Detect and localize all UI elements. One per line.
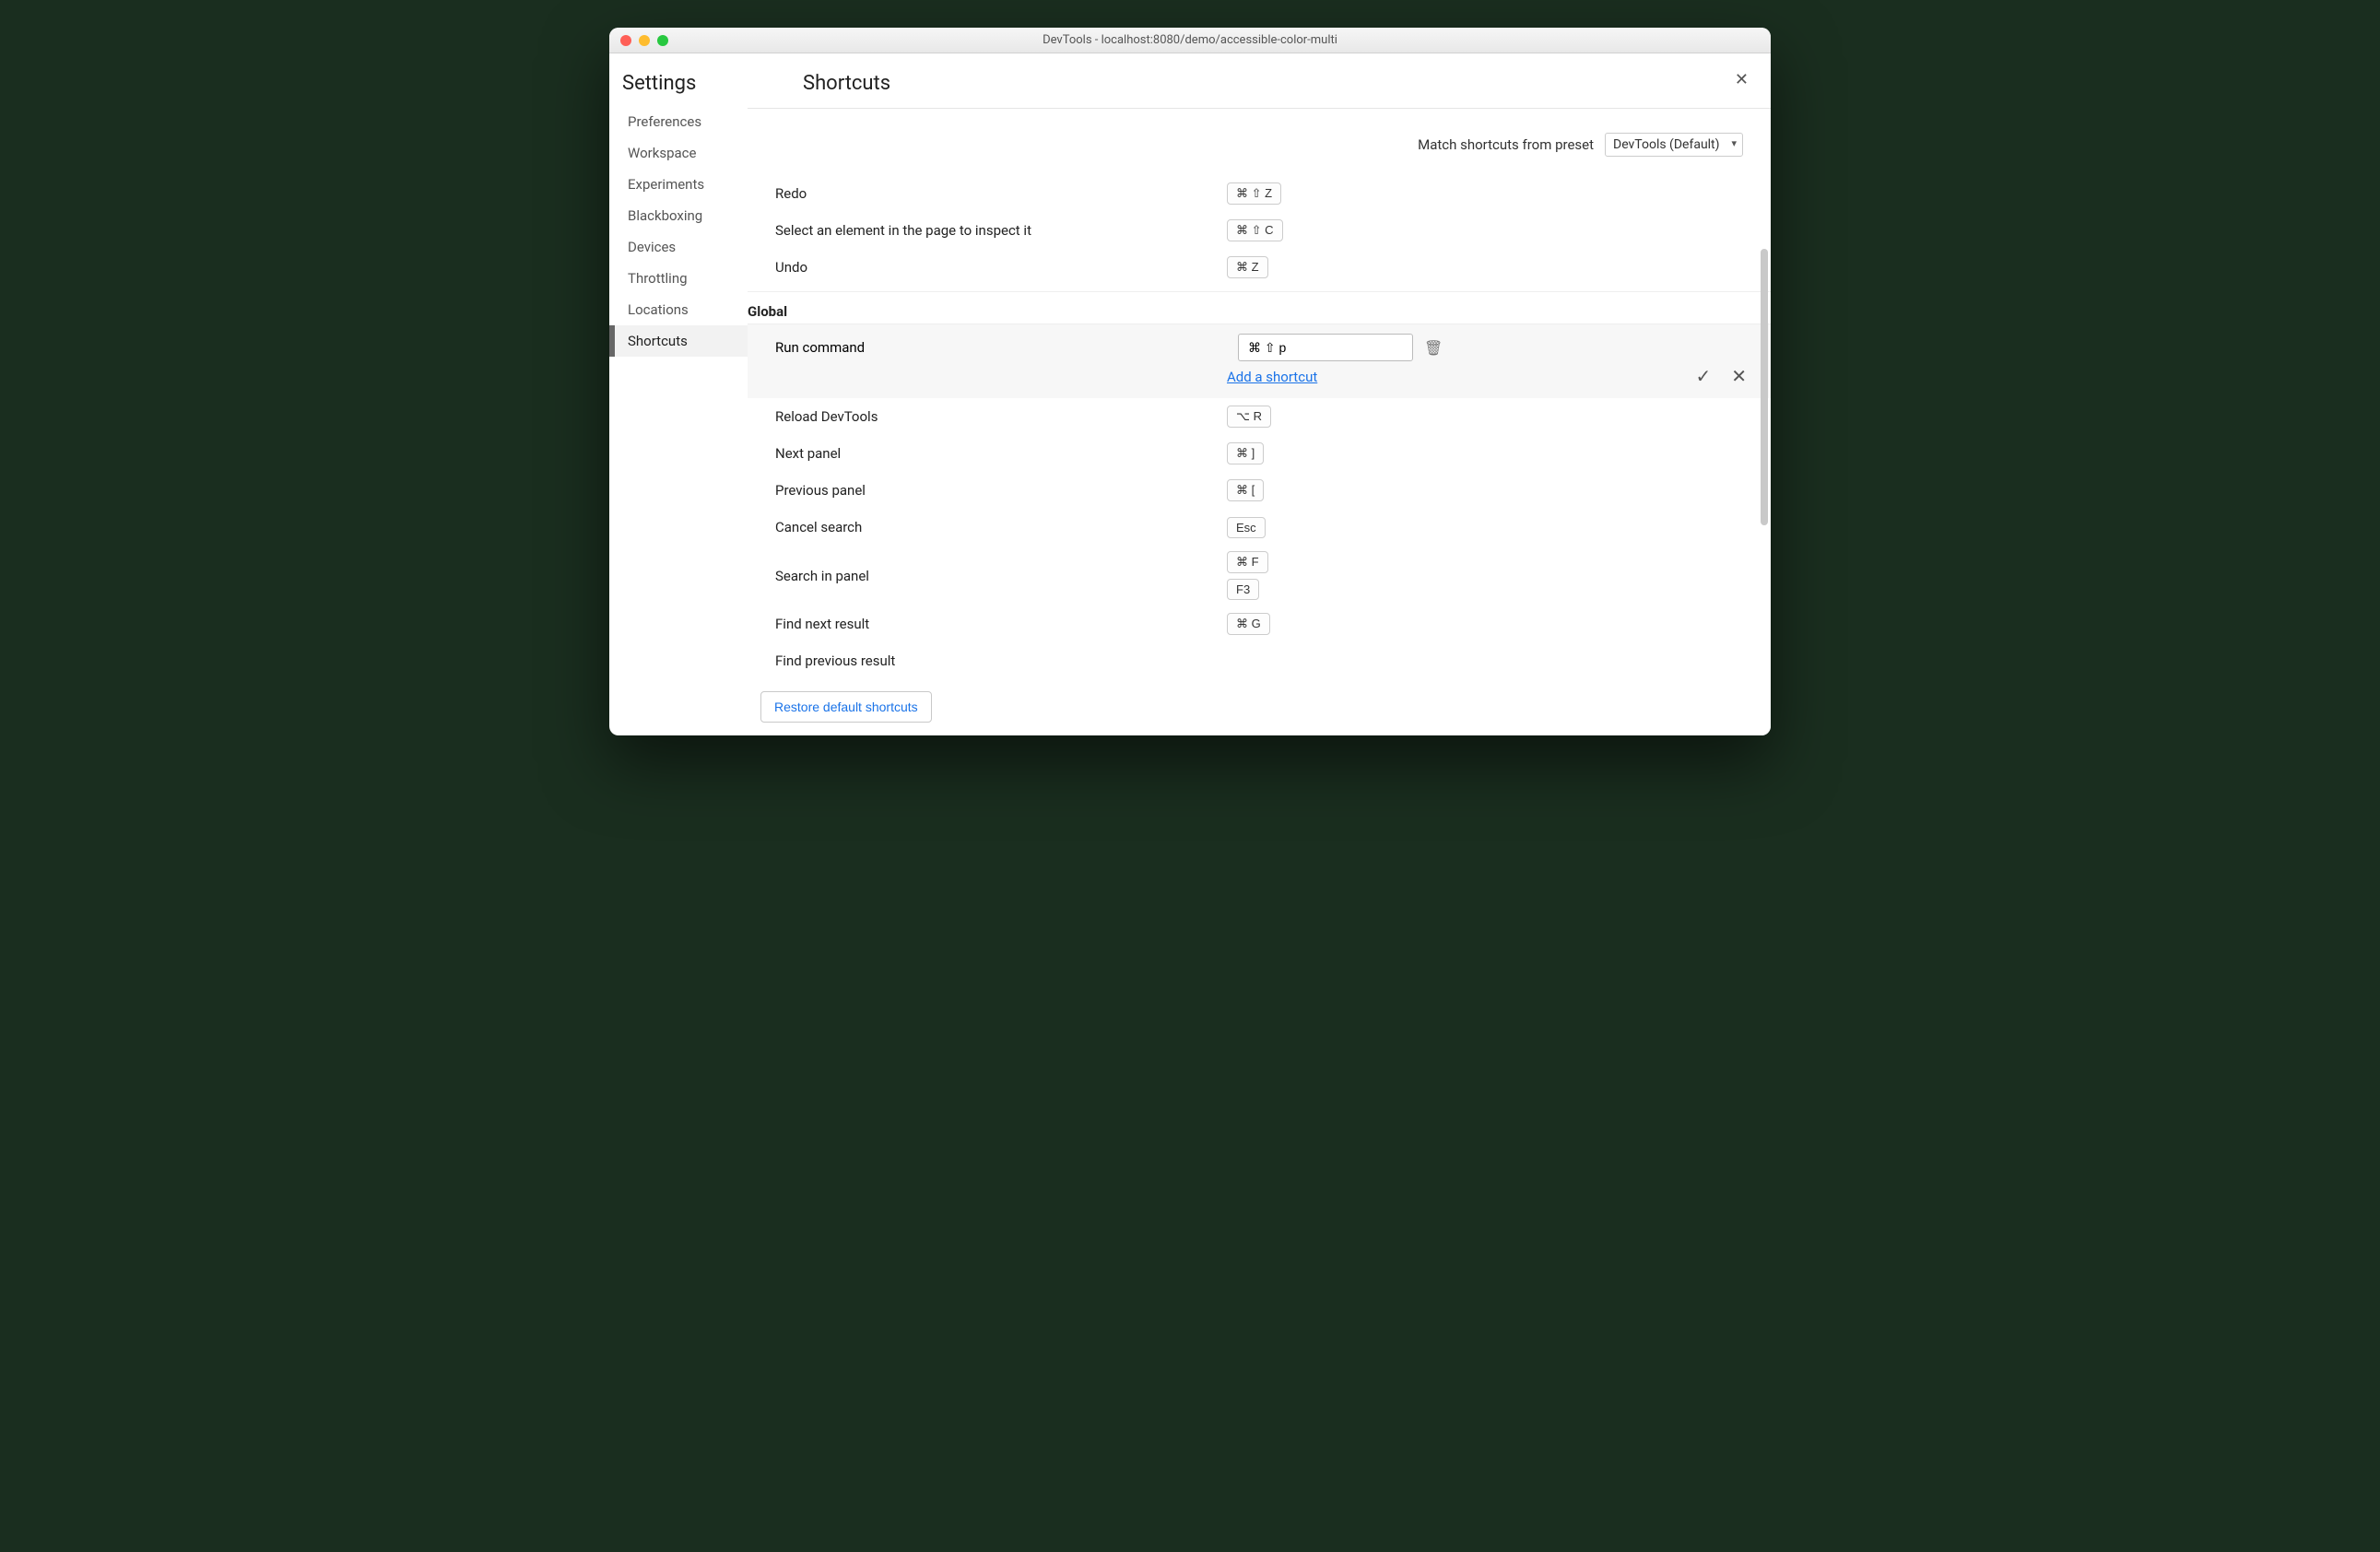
shortcut-label: Run command (775, 339, 1227, 356)
shortcut-label: Redo (775, 185, 1227, 202)
shortcuts-scroll: Redo⌘ ⇧ ZSelect an element in the page t… (748, 175, 1771, 735)
keyboard-shortcut: ⌘ F (1227, 551, 1268, 573)
shortcut-keys: ⌘ ⇧ C (1227, 219, 1743, 241)
keyboard-shortcut: F3 (1227, 579, 1259, 600)
restore-defaults-button[interactable]: Restore default shortcuts (760, 691, 932, 723)
section-heading: Global (748, 291, 1771, 323)
sidebar-item-locations[interactable]: Locations (609, 294, 748, 325)
shortcut-label: Find next result (775, 616, 1227, 632)
shortcut-label: Undo (775, 259, 1227, 276)
settings-content: Settings PreferencesWorkspaceExperiments… (609, 53, 1771, 735)
sidebar-item-throttling[interactable]: Throttling (609, 263, 748, 294)
page-title: Shortcuts (748, 72, 890, 95)
shortcut-edit-row: Run command 🗑 Add a shortcut ✓ ✕ (748, 323, 1771, 398)
shortcut-keys: ⌘ ] (1227, 442, 1743, 464)
devtools-settings-window: DevTools - localhost:8080/demo/accessibl… (609, 28, 1771, 735)
shortcut-keys: ⌥ R (1227, 406, 1743, 428)
shortcut-row: Reload DevTools⌥ R (748, 398, 1771, 435)
preset-select[interactable]: DevTools (Default) (1605, 133, 1743, 157)
trash-icon[interactable]: 🗑 (1424, 339, 1443, 357)
shortcut-keys: ⌘ G (1227, 613, 1743, 635)
sidebar-item-shortcuts[interactable]: Shortcuts (609, 325, 748, 357)
sidebar-item-preferences[interactable]: Preferences (609, 106, 748, 137)
shortcut-label: Search in panel (775, 568, 1227, 584)
shortcut-label: Next panel (775, 445, 1227, 462)
add-shortcut-link[interactable]: Add a shortcut (1227, 369, 1317, 385)
shortcut-keys: ⌘ [ (1227, 479, 1743, 501)
sidebar-item-experiments[interactable]: Experiments (609, 169, 748, 200)
settings-main: ✕ Shortcuts Match shortcuts from preset … (748, 53, 1771, 735)
cancel-icon[interactable]: ✕ (1731, 365, 1747, 387)
keyboard-shortcut: ⌘ Z (1227, 256, 1268, 278)
keyboard-shortcut: ⌘ ⇧ Z (1227, 182, 1281, 205)
shortcut-row: Find next result⌘ G (748, 606, 1771, 642)
shortcut-row: Redo⌘ ⇧ Z (748, 175, 1771, 212)
keyboard-shortcut: ⌘ G (1227, 613, 1270, 635)
close-icon[interactable]: ✕ (1735, 70, 1749, 89)
preset-row: Match shortcuts from preset DevTools (De… (748, 109, 1771, 175)
shortcut-keys: Esc (1227, 517, 1743, 538)
keyboard-shortcut: ⌥ R (1227, 406, 1271, 428)
shortcut-row: Select an element in the page to inspect… (748, 212, 1771, 249)
keyboard-shortcut: Esc (1227, 517, 1266, 538)
shortcut-row: Undo⌘ Z (748, 249, 1771, 286)
shortcut-row: Find previous result (748, 642, 1771, 679)
window-titlebar: DevTools - localhost:8080/demo/accessibl… (609, 28, 1771, 53)
shortcut-row: Previous panel⌘ [ (748, 472, 1771, 509)
shortcut-row: Cancel searchEsc (748, 509, 1771, 546)
shortcut-label: Select an element in the page to inspect… (775, 222, 1227, 239)
keyboard-shortcut: ⌘ [ (1227, 479, 1264, 501)
keyboard-shortcut: ⌘ ] (1227, 442, 1264, 464)
shortcut-label: Find previous result (775, 653, 1227, 669)
keyboard-shortcut: ⌘ ⇧ C (1227, 219, 1283, 241)
page-header: Shortcuts (748, 53, 1771, 109)
shortcut-keys: ⌘ Z (1227, 256, 1743, 278)
shortcut-input[interactable] (1238, 334, 1413, 361)
settings-sidebar: Settings PreferencesWorkspaceExperiments… (609, 53, 748, 735)
window-zoom-icon[interactable] (657, 35, 668, 46)
sidebar-item-workspace[interactable]: Workspace (609, 137, 748, 169)
shortcut-label: Reload DevTools (775, 408, 1227, 425)
preset-label: Match shortcuts from preset (1418, 136, 1594, 153)
shortcut-keys: ⌘ ⇧ Z (1227, 182, 1743, 205)
scrollbar-thumb[interactable] (1761, 249, 1768, 525)
settings-heading: Settings (609, 72, 748, 106)
window-close-icon[interactable] (620, 35, 631, 46)
window-traffic-lights (620, 35, 668, 46)
sidebar-item-devices[interactable]: Devices (609, 231, 748, 263)
shortcut-row: Next panel⌘ ] (748, 435, 1771, 472)
shortcut-label: Cancel search (775, 519, 1227, 535)
shortcut-keys: ⌘ F F3 (1227, 551, 1743, 600)
shortcut-row: Search in panel⌘ F F3 (748, 546, 1771, 606)
confirm-icon[interactable]: ✓ (1695, 365, 1711, 387)
shortcut-label: Previous panel (775, 482, 1227, 499)
sidebar-item-blackboxing[interactable]: Blackboxing (609, 200, 748, 231)
window-minimize-icon[interactable] (639, 35, 650, 46)
window-title: DevTools - localhost:8080/demo/accessibl… (609, 33, 1771, 47)
